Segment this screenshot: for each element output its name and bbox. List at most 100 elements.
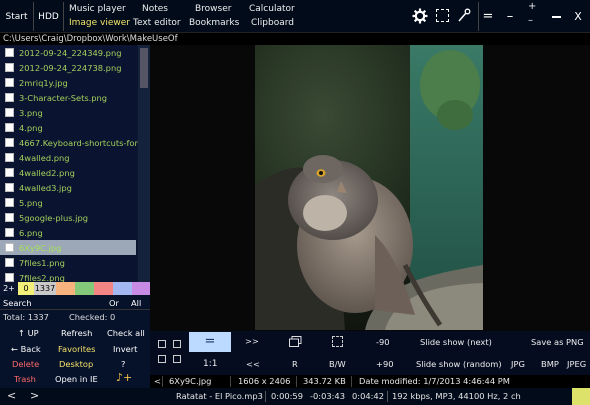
file-list-item[interactable]: 2mriq1y.jpg [0,75,136,90]
file-checkbox[interactable] [5,93,14,102]
file-checkbox[interactable] [5,168,14,177]
file-list-item[interactable]: 3.png [0,105,136,120]
color-swatch-blue[interactable] [113,282,132,295]
file-checkbox[interactable] [5,123,14,132]
file-checkbox[interactable] [5,63,14,72]
file-checkbox[interactable] [5,108,14,117]
up-button[interactable]: ↑ UP [18,328,39,338]
decrease-button[interactable]: – [528,15,533,26]
path-bar[interactable]: C:\Users\Craig\Dropbox\Work\MakeUseOf [0,33,590,45]
menu-image-viewer[interactable]: Image viewer [69,18,130,28]
previous-track-button[interactable]: < [7,389,16,402]
menu-calculator[interactable]: Calculator [249,4,295,14]
grid-view-icon[interactable] [173,355,181,363]
rotate-plus-90-button[interactable]: +90 [376,359,394,369]
save-jpeg-button[interactable]: JPEG [567,359,586,369]
rotate-minus-90-button[interactable]: -90 [376,337,390,347]
or-toggle[interactable]: Or [109,298,119,308]
color-strip-zero[interactable]: 0 [18,282,34,295]
r-button[interactable]: R [292,359,298,369]
add-to-playlist-button[interactable]: ♪+ [116,371,132,384]
grid-view-icon[interactable] [158,340,166,348]
save-bmp-button[interactable]: BMP [541,359,559,369]
restore-button[interactable] [549,0,563,33]
grid-view-icon[interactable] [173,340,181,348]
invert-button[interactable]: Invert [113,344,137,354]
menu-bookmarks[interactable]: Bookmarks [189,18,239,28]
hdd-button[interactable]: HDD [34,0,63,33]
close-button[interactable]: X [571,0,585,33]
help-button[interactable]: ? [121,359,125,369]
next-track-button[interactable]: > [30,389,39,402]
actual-size-button[interactable]: 1:1 [203,359,217,369]
save-jpg-button[interactable]: JPG [511,359,525,369]
file-list-item[interactable]: 4walled.png [0,150,136,165]
color-swatch-red[interactable] [94,282,113,295]
copy-icon[interactable] [289,336,302,347]
gear-icon[interactable] [412,8,428,24]
file-list-item[interactable]: 2012-09-24_224738.png [0,60,136,75]
file-checkbox[interactable] [5,153,14,162]
slideshow-random-button[interactable]: Slide show (random) [416,359,502,369]
fit-button[interactable]: = [189,332,231,352]
increase-button[interactable]: + [528,1,536,12]
refresh-button[interactable]: Refresh [61,328,92,338]
menu-notes[interactable]: Notes [142,4,168,14]
slideshow-next-button[interactable]: Slide show (next) [420,337,492,347]
file-checkbox[interactable] [5,243,14,252]
file-list-item[interactable]: 4walled2.png [0,165,136,180]
file-checkbox[interactable] [5,228,14,237]
crop-icon[interactable] [332,336,343,347]
file-list-item[interactable]: 5.png [0,195,136,210]
color-strip-plus[interactable]: 2+ [0,282,18,295]
file-checkbox[interactable] [5,198,14,207]
all-toggle[interactable]: All [131,298,141,308]
file-list-item[interactable]: 4667.Keyboard-shortcuts-for-... [0,135,138,150]
color-swatch-green[interactable] [75,282,94,295]
menu-clipboard[interactable]: Clipboard [251,18,294,28]
eyedropper-icon[interactable] [457,8,471,23]
file-list-item[interactable]: 7files1.png [0,255,136,270]
open-in-ie-button[interactable]: Open in IE [55,374,98,384]
file-checkbox[interactable] [5,258,14,267]
file-list-item[interactable]: 3-Character-Sets.png [0,90,136,105]
menu-music-player[interactable]: Music player [69,4,126,14]
file-list-item[interactable]: 2012-09-24_224349.png [0,45,136,60]
file-checkbox[interactable] [5,48,14,57]
owl-photo[interactable] [255,45,483,330]
file-checkbox[interactable] [5,213,14,222]
file-list-item[interactable]: 6Xy9C.jpg [0,240,136,255]
search-input[interactable]: Search [3,298,32,308]
color-strip-count[interactable]: 1337 [34,282,56,295]
fast-forward-button[interactable]: >> [245,336,259,346]
save-as-png-button[interactable]: Save as PNG [531,337,584,347]
grid-view-icon[interactable] [158,355,166,363]
scrollbar-thumb[interactable] [140,48,148,88]
start-button[interactable]: Start [0,0,33,33]
color-swatch-purple[interactable] [132,282,150,295]
file-list-item[interactable]: 6.png [0,225,136,240]
maximize-button[interactable]: = [481,0,495,33]
file-checkbox[interactable] [5,183,14,192]
file-list-item[interactable]: 4walled3.jpg [0,180,136,195]
file-checkbox[interactable] [5,78,14,87]
black-white-button[interactable]: B/W [329,359,346,369]
selection-icon[interactable] [436,9,449,22]
minimize-button[interactable]: – [503,0,517,33]
menu-text-editor[interactable]: Text editor [133,18,181,28]
file-checkbox[interactable] [5,273,14,282]
file-checkbox[interactable] [5,138,14,147]
previous-image-button[interactable]: < [154,376,161,386]
menu-browser[interactable]: Browser [195,4,231,14]
volume-indicator[interactable] [572,388,590,405]
delete-button[interactable]: Delete [12,359,39,369]
favorites-button[interactable]: Favorites [58,344,95,354]
file-list-item[interactable]: 4.png [0,120,136,135]
rewind-button[interactable]: << [246,359,260,369]
file-list-item[interactable]: 5google-plus.jpg [0,210,136,225]
back-button[interactable]: ← Back [11,344,41,354]
color-swatch-orange[interactable] [56,282,75,295]
file-list-item[interactable]: 7files2.png [0,270,136,282]
trash-button[interactable]: Trash [14,374,36,384]
desktop-button[interactable]: Desktop [59,359,93,369]
